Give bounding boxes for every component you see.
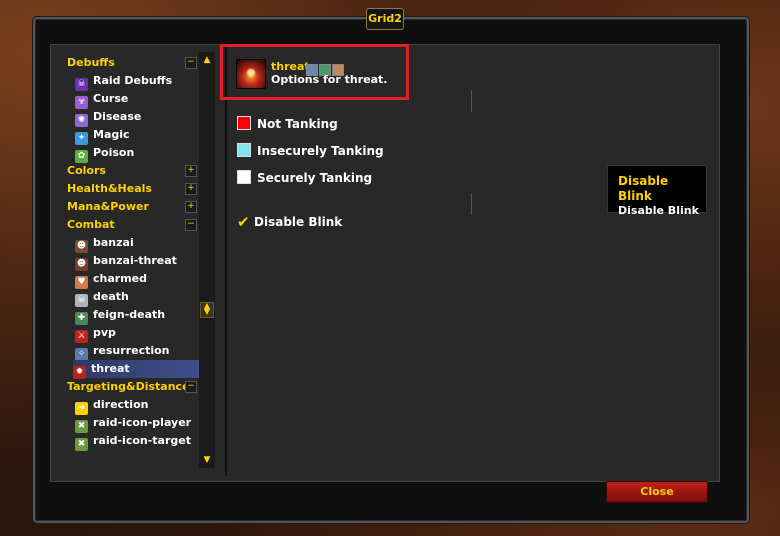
tree-item-raid-debuffs[interactable]: ☠ Raid Debuffs (75, 72, 173, 91)
tree-item-curse[interactable]: ☣ Curse (75, 90, 129, 109)
tree-group-health-heals[interactable]: Health&Heals (67, 180, 152, 198)
collapse-icon[interactable]: − (185, 57, 197, 69)
tree-item-disease[interactable]: ✺ Disease (75, 108, 142, 127)
tree-item-label: death (93, 290, 129, 303)
category-tree: Debuffs ☠ Raid Debuffs ☣ Curse ✺ Disease ✦ Magic… (55, 48, 199, 470)
tree-item-label: banzai-threat (93, 254, 177, 267)
tree-item-label: Debuffs (67, 56, 115, 69)
status-description: Options for threat. (271, 73, 388, 86)
tree-item-raid-icon-target[interactable]: ✖ raid-icon-target (75, 432, 192, 451)
tree-item-pvp[interactable]: ⚔ pvp (75, 324, 116, 343)
separator (471, 193, 472, 215)
color-not-tanking[interactable]: Not Tanking (237, 116, 338, 132)
tree-item-direction[interactable]: ➜ direction (75, 396, 149, 415)
color-swatch[interactable] (237, 143, 251, 157)
color-swatch[interactable] (237, 116, 251, 130)
expand-icon[interactable]: + (185, 165, 197, 177)
tree-item-banzai-threat[interactable]: ☻ banzai-threat (75, 252, 177, 271)
color-securely-tanking[interactable]: Securely Tanking (237, 170, 372, 186)
collapse-icon[interactable]: − (185, 219, 197, 231)
panel-divider (225, 44, 227, 476)
tooltip-body: Disable Blink (618, 204, 699, 217)
expand-icon[interactable]: + (185, 201, 197, 213)
color-insecurely-tanking[interactable]: Insecurely Tanking (237, 143, 384, 159)
close-button[interactable]: Close (606, 481, 708, 503)
tree-item-magic[interactable]: ✦ Magic (75, 126, 130, 145)
tree-item-label: Colors (67, 164, 106, 177)
threat-icon: ✹ (236, 59, 266, 89)
tree-item-threat[interactable]: ✹ threat (73, 360, 199, 379)
tree-item-banzai[interactable]: ☻ banzai (75, 234, 134, 253)
scroll-up-icon[interactable]: ▲ (200, 54, 214, 66)
tree-item-label: Raid Debuffs (93, 74, 173, 87)
tree-scrollbar[interactable]: ▲ ▲ ▼ ▼ (199, 52, 215, 468)
tree-item-label: resurrection (93, 344, 170, 357)
tree-item-label: Disease (93, 110, 142, 123)
tree-item-raid-icon-player[interactable]: ✖ raid-icon-player (75, 414, 192, 433)
tree-item-feign-death[interactable]: ✚ feign-death (75, 306, 166, 325)
status-title: threat (271, 60, 310, 73)
tree-item-label: charmed (93, 272, 147, 285)
tree-item-label: raid-icon-player (93, 416, 192, 429)
scroll-thumb[interactable]: ▲ ▼ (200, 302, 214, 318)
collapse-icon[interactable]: − (185, 381, 197, 393)
expand-icon[interactable]: + (185, 183, 197, 195)
tree-item-label: pvp (93, 326, 116, 339)
tree-item-label: raid-icon-target (93, 434, 192, 447)
tree-item-label: threat (91, 362, 130, 375)
tree-item-label: feign-death (93, 308, 166, 321)
tree-group-debuffs[interactable]: Debuffs (67, 54, 115, 72)
tooltip: Disable Blink Disable Blink (607, 165, 707, 217)
separator (471, 90, 472, 112)
tree-item-label: Health&Heals (67, 182, 152, 195)
disable-blink-checkbox[interactable]: ✔ Disable Blink (237, 214, 342, 230)
window-title: Grid2 (366, 8, 404, 30)
tree-item-label: Combat (67, 218, 115, 231)
scroll-down-icon[interactable]: ▼ (200, 454, 214, 466)
tree-item-label: Poison (93, 146, 135, 159)
tree-item-charmed[interactable]: ♥ charmed (75, 270, 147, 289)
tree-item-poison[interactable]: ✿ Poison (75, 144, 135, 163)
tree-item-label: Mana&Power (67, 200, 149, 213)
tree-item-label: direction (93, 398, 149, 411)
tree-item-label: Targeting&Distances (67, 380, 197, 393)
tree-group-combat[interactable]: Combat (67, 216, 115, 234)
tree-item-label: banzai (93, 236, 134, 249)
tree-item-label: Magic (93, 128, 130, 141)
raid-marker-icon: ✖ (75, 438, 88, 451)
color-swatch[interactable] (237, 170, 251, 184)
tree-item-resurrection[interactable]: ✧ resurrection (75, 342, 170, 361)
tree-group-targeting-distances[interactable]: Targeting&Distances (67, 378, 196, 396)
tree-group-mana-power[interactable]: Mana&Power (67, 198, 149, 216)
tree-group-colors[interactable]: Colors (67, 162, 106, 180)
tooltip-title: Disable Blink (618, 174, 669, 203)
checkmark-icon[interactable]: ✔ (237, 214, 251, 230)
tree-item-death[interactable]: ☠ death (75, 288, 129, 307)
tree-item-label: Curse (93, 92, 129, 105)
